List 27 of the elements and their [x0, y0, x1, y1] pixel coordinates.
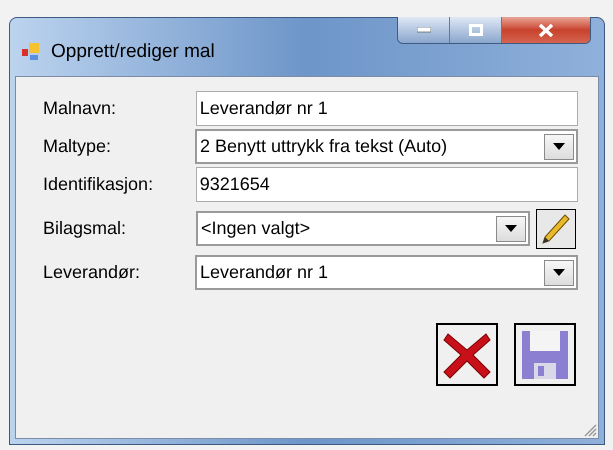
field-label: Bilagsmal:	[43, 217, 128, 240]
field-label: Identifikasjon:	[43, 173, 154, 196]
dropdown-button[interactable]	[544, 134, 574, 160]
dropdown-field[interactable]: Leverandør nr 1	[195, 255, 578, 290]
dropdown-field[interactable]: <Ingen valgt>	[196, 211, 530, 246]
pencil-icon	[541, 212, 571, 244]
field-label: Maltype:	[43, 135, 112, 158]
input-field[interactable]: 9321654	[196, 167, 578, 202]
caret-icon	[505, 225, 517, 232]
input-field[interactable]: Leverandør nr 1	[196, 91, 578, 126]
caret-icon	[553, 143, 565, 150]
field-label: Leverandør:	[43, 261, 142, 284]
maximize-icon	[468, 24, 482, 36]
dropdown-button[interactable]	[544, 260, 574, 286]
minimize-button[interactable]	[398, 17, 450, 43]
minimize-icon	[416, 27, 430, 33]
save-button[interactable]	[514, 323, 576, 386]
dropdown-button[interactable]	[496, 216, 526, 242]
edit-button[interactable]	[536, 208, 576, 248]
caret-icon	[553, 269, 565, 276]
app-icon	[21, 42, 41, 62]
cancel-button[interactable]	[436, 323, 498, 386]
close-button[interactable]	[502, 17, 590, 43]
dropdown-field[interactable]: 2 Benytt uttrykk fra tekst (Auto)	[195, 129, 578, 164]
field-label: Malnavn:	[43, 97, 118, 120]
window-title: Opprett/rediger mal	[51, 40, 215, 64]
close-icon	[538, 24, 554, 36]
